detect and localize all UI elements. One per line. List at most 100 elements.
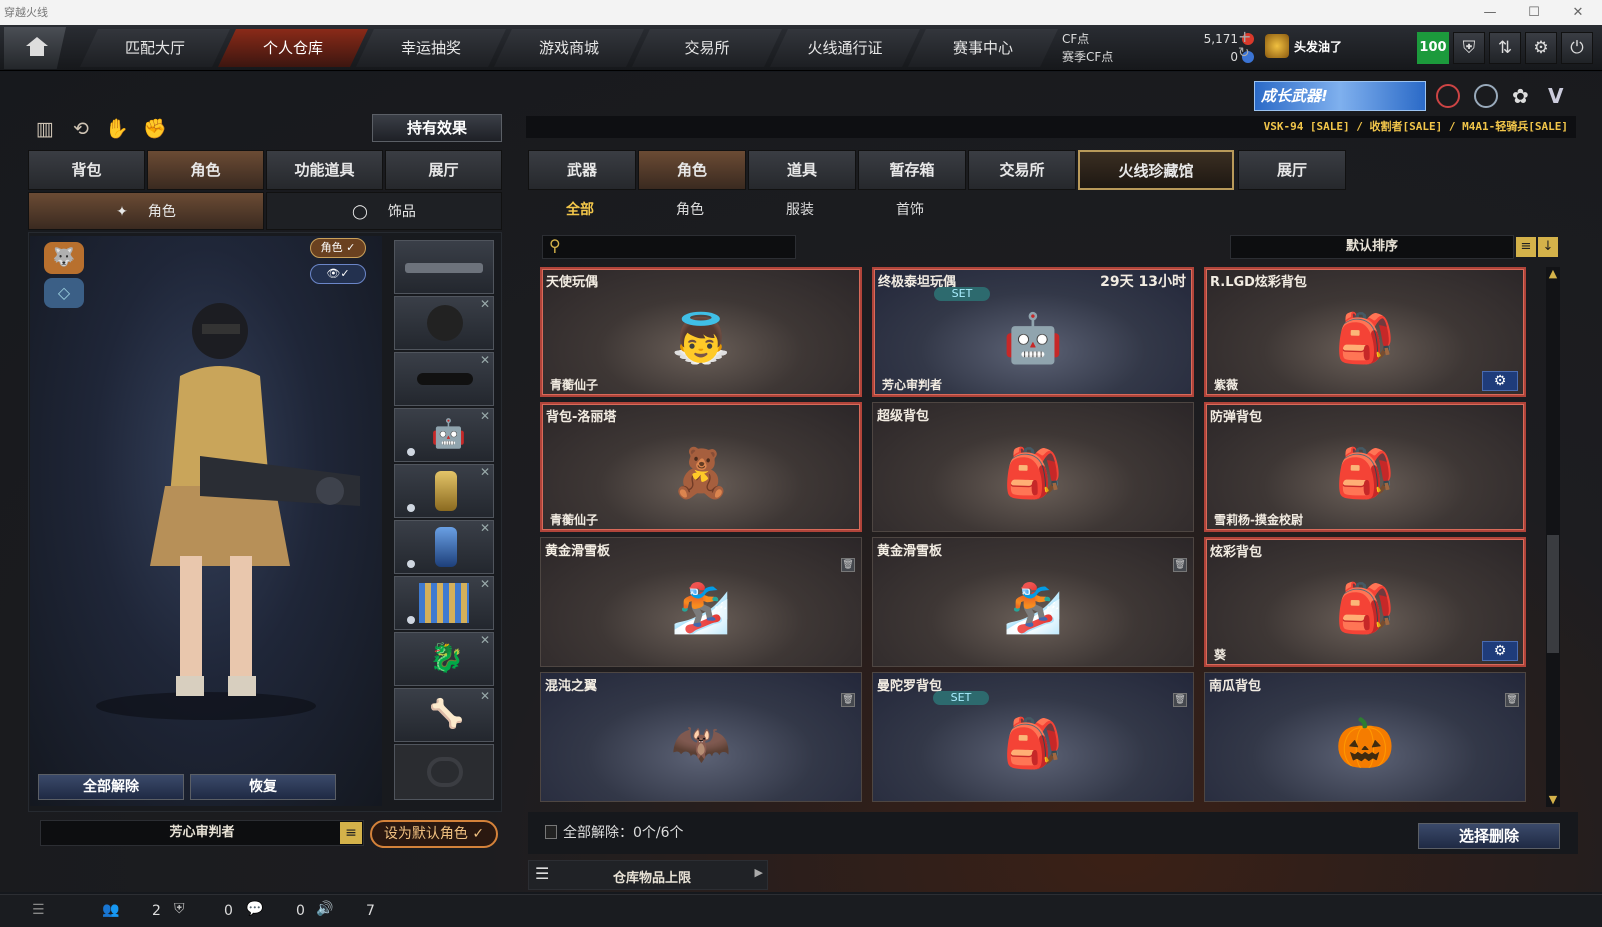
trash-icon[interactable]: 🗑 (1173, 558, 1187, 572)
rotate-icon[interactable]: ⟲ (68, 116, 94, 142)
right-subtab-2[interactable]: 服装 (760, 192, 840, 228)
right-tab-6[interactable]: 展厅 (1238, 150, 1346, 190)
slot-blue-armor[interactable]: ✕ (394, 520, 494, 574)
remove-icon[interactable]: ✕ (480, 353, 490, 367)
item-card[interactable]: 防弹背包 雪莉杨-摸金校尉 🎒 (1204, 402, 1526, 532)
hold-effect-button[interactable]: 持有效果 (372, 114, 502, 142)
growth-weapon-banner[interactable]: 成长武器! (1254, 81, 1426, 111)
visibility-toggle[interactable]: 👁✓ (310, 264, 366, 284)
remove-icon[interactable]: ✕ (480, 409, 490, 423)
friends-icon[interactable]: 👥 (102, 902, 119, 918)
unequip-checkbox[interactable] (545, 825, 557, 839)
left-subtab-role[interactable]: ✦ 角色 (28, 192, 264, 230)
sort-list-icon[interactable]: ≡ (1516, 237, 1536, 257)
item-card[interactable]: 炫彩背包葵 ⚙ 🎒 (1204, 537, 1526, 667)
scroll-down-icon[interactable]: ▼ (1546, 793, 1560, 807)
stats-icon[interactable]: ▥ (32, 116, 58, 142)
switch-icon[interactable]: ⇅ (1489, 32, 1521, 64)
power-icon[interactable]: ⏻ (1561, 32, 1593, 64)
item-card[interactable]: 黄金滑雪板 🗑 🏂 (872, 537, 1194, 667)
level-badge[interactable]: 100 (1417, 32, 1449, 64)
nav-tab-1[interactable]: 个人仓库 (218, 29, 368, 67)
item-card[interactable]: 混沌之翼 🗑 🦇 (540, 672, 862, 802)
refresh-cf-button[interactable]: ↻ (1238, 45, 1250, 61)
remove-icon[interactable]: ✕ (480, 577, 490, 591)
unequip-all-button[interactable]: 全部解除 (38, 774, 184, 800)
player-name[interactable]: 头发油了 (1294, 38, 1342, 55)
remove-icon[interactable]: ✕ (480, 465, 490, 479)
slot-ring-empty[interactable] (394, 744, 494, 800)
shield-icon[interactable]: ⛨ (1453, 32, 1485, 64)
nav-tab-4[interactable]: 交易所 (632, 29, 782, 67)
select-delete-button[interactable]: 选择删除 (1418, 823, 1560, 849)
right-subtab-3[interactable]: 首饰 (870, 192, 950, 228)
badge-icon-1[interactable] (1436, 84, 1460, 108)
right-subtab-1[interactable]: 角色 (650, 192, 730, 228)
slot-leg-armor[interactable]: ✕ (394, 576, 494, 630)
item-card[interactable]: 背包-洛丽塔 青蘅仙子 🧸 (540, 402, 862, 532)
item-card[interactable]: 黄金滑雪板 🗑 🏂 (540, 537, 862, 667)
clan-icon[interactable]: ⛨ (174, 901, 185, 917)
remove-icon[interactable]: ✕ (480, 297, 490, 311)
list-menu-icon[interactable]: ≡ (340, 822, 362, 844)
menu-icon[interactable]: ☰ (32, 902, 45, 918)
character-name-field[interactable]: 芳心审判者 (40, 820, 364, 846)
clover-icon[interactable]: ✿ (1512, 84, 1536, 108)
scroll-up-icon[interactable]: ▲ (1546, 267, 1560, 281)
item-card[interactable]: 曼陀罗背包 SET 🗑 🎒 (872, 672, 1194, 802)
nav-tab-0[interactable]: 匹配大厅 (80, 29, 230, 67)
slot-spike-accessory[interactable]: ✕ 🦴 (394, 688, 494, 742)
item-scrollbar[interactable]: ▲ ▼ (1546, 267, 1560, 807)
nav-tab-3[interactable]: 游戏商城 (494, 29, 644, 67)
left-tab-0[interactable]: 背包 (28, 150, 145, 190)
left-tab-2[interactable]: 功能道具 (266, 150, 383, 190)
remove-icon[interactable]: ✕ (480, 633, 490, 647)
scroll-thumb[interactable] (1547, 535, 1559, 653)
warehouse-limit-bar[interactable]: ☰ 仓库物品上限 ▶ (528, 860, 768, 890)
trash-icon[interactable]: 🗑 (841, 693, 855, 707)
gear-icon[interactable]: ⚙ (1482, 371, 1518, 391)
right-tab-2[interactable]: 道具 (748, 150, 856, 190)
trash-icon[interactable]: 🗑 (1505, 693, 1519, 707)
item-card[interactable]: 终极泰坦玩偶 29天 13小时 芳心审判者 SET 🤖 (872, 267, 1194, 397)
left-subtab-accessory[interactable]: ◯ 饰品 (266, 192, 502, 230)
maximize-button[interactable]: ☐ (1512, 0, 1556, 25)
pose-icon[interactable]: ✋ (104, 116, 130, 142)
slot-gold-armor[interactable]: ✕ (394, 464, 494, 518)
slot-dragon-pet[interactable]: ✕ 🐉 (394, 632, 494, 686)
chat-icon[interactable]: 💬 (246, 901, 263, 917)
role-toggle[interactable]: 角色 ✓ (310, 238, 366, 258)
trash-icon[interactable]: 🗑 (1173, 693, 1187, 707)
trash-icon[interactable]: 🗑 (841, 558, 855, 572)
left-tab-3[interactable]: 展厅 (385, 150, 502, 190)
glove-icon[interactable]: ✊ (142, 116, 168, 142)
mask-emblem-icon[interactable]: ◇ (44, 278, 84, 308)
item-card[interactable]: 南瓜背包 🗑 🎃 (1204, 672, 1526, 802)
right-tab-1[interactable]: 角色 (638, 150, 746, 190)
character-preview[interactable]: 🐺 ◇ 角色 ✓ 👁✓ (30, 236, 382, 806)
right-tab-5[interactable]: 火线珍藏馆 (1078, 150, 1234, 190)
gear-icon[interactable]: ⚙ (1482, 641, 1518, 661)
nav-tab-5[interactable]: 火线通行证 (770, 29, 920, 67)
item-card[interactable]: 天使玩偶 青蘅仙子 👼 (540, 267, 862, 397)
right-tab-4[interactable]: 交易所 (968, 150, 1076, 190)
speaker-icon[interactable]: 🔊 (316, 901, 333, 917)
minimize-button[interactable]: — (1468, 0, 1512, 25)
slot-weapon[interactable] (394, 240, 494, 294)
close-button[interactable]: ✕ (1556, 0, 1600, 25)
right-subtab-0[interactable]: 全部 (540, 192, 620, 228)
remove-icon[interactable]: ✕ (480, 521, 490, 535)
right-tab-0[interactable]: 武器 (528, 150, 636, 190)
nav-tab-2[interactable]: 幸运抽奖 (356, 29, 506, 67)
sort-dropdown[interactable]: 默认排序 (1230, 235, 1514, 259)
nav-tab-6[interactable]: 赛事中心 (908, 29, 1058, 67)
slot-titan-doll[interactable]: ✕ 🤖 (394, 408, 494, 462)
gear-icon[interactable]: ⚙ (1525, 32, 1557, 64)
remove-icon[interactable]: ✕ (480, 689, 490, 703)
slot-helmet[interactable]: ✕ (394, 296, 494, 350)
search-box[interactable]: ⚲ (542, 235, 796, 259)
right-tab-3[interactable]: 暂存箱 (858, 150, 966, 190)
sort-direction-icon[interactable]: ↓ (1538, 237, 1558, 257)
globe-icon[interactable] (1474, 84, 1498, 108)
item-card[interactable]: 超级背包 🎒 (872, 402, 1194, 532)
